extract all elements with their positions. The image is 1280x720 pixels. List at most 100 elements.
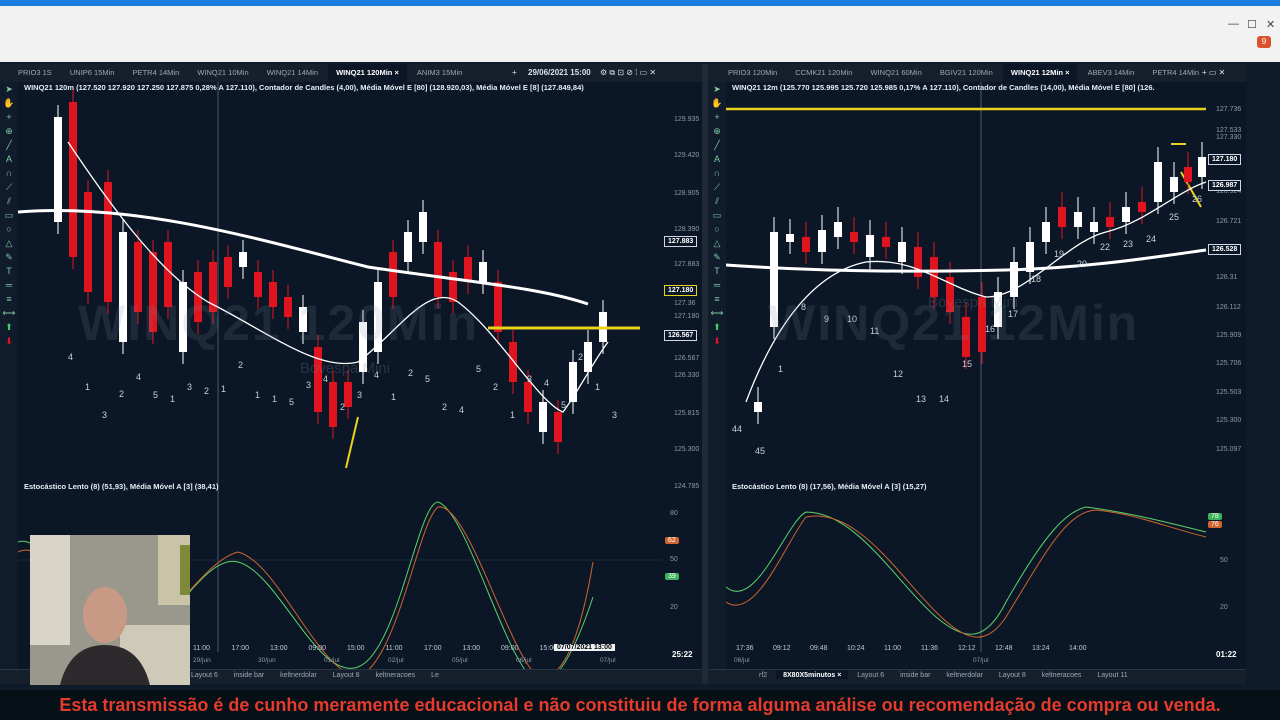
arrow-up-icon[interactable]: ⬆ xyxy=(0,320,18,334)
tab-unip6[interactable]: UNIP6 15Min xyxy=(62,64,123,82)
rect-icon[interactable]: ▭ xyxy=(708,208,726,222)
layout-tab-keltneracoes[interactable]: keltneracoes xyxy=(368,670,422,679)
candle-number: 1 xyxy=(595,382,600,392)
tab-winq21-120[interactable]: WINQ21 120Min × xyxy=(328,64,407,82)
right-osc-tag-k: 78 xyxy=(1208,513,1222,520)
pointer-icon[interactable]: ➤ xyxy=(0,82,18,96)
crosshair-icon[interactable]: + xyxy=(0,110,18,124)
price-label: 126.330 xyxy=(674,372,700,379)
layout-tab-8[interactable]: Layout 8 xyxy=(992,670,1033,679)
zoom-icon[interactable]: ⊕ xyxy=(708,124,726,138)
candle-body xyxy=(464,257,472,282)
presenter-image xyxy=(30,535,190,685)
tab-ccmk21[interactable]: CCMK21 120Min xyxy=(787,64,860,82)
tab-anim3[interactable]: ANIM3 15Min xyxy=(409,64,470,82)
tab-winq21-10[interactable]: WINQ21 10Min xyxy=(189,64,256,82)
hline-icon[interactable]: ═ xyxy=(0,278,18,292)
pointer-icon[interactable]: ➤ xyxy=(708,82,726,96)
layout-tab-keltnerdolar[interactable]: keltnerdolar xyxy=(939,670,990,679)
candle-body xyxy=(1058,207,1066,227)
circle-icon[interactable]: ○ xyxy=(0,222,18,236)
tab-winq21-14[interactable]: WINQ21 14Min xyxy=(259,64,326,82)
right-add-tab-icon[interactable]: + ▭ ✕ xyxy=(1202,68,1225,77)
arrow-down-icon[interactable]: ⬇ xyxy=(0,334,18,348)
candle-body xyxy=(344,382,352,407)
price-label: 127.533 xyxy=(1216,127,1242,134)
type-icon[interactable]: T xyxy=(708,264,726,278)
pencil-icon[interactable]: ✎ xyxy=(0,250,18,264)
left-osc-20: 20 xyxy=(670,604,678,611)
measure-icon[interactable]: ⟷ xyxy=(0,306,18,320)
candle-body xyxy=(54,117,62,222)
right-price-chart[interactable]: 4445189 10111213 1415161718192022 23 242526 xyxy=(726,82,1246,670)
measure-icon[interactable]: ⟷ xyxy=(708,306,726,320)
minimize-button[interactable]: — xyxy=(1228,18,1239,30)
arrow-down-icon[interactable]: ⬇ xyxy=(708,334,726,348)
arrow-up-icon[interactable]: ⬆ xyxy=(708,320,726,334)
rect-icon[interactable]: ▭ xyxy=(0,208,18,222)
candle-number: 24 xyxy=(1146,234,1156,244)
left-price-tag-lower: 126.567 xyxy=(664,330,698,341)
magnet-icon[interactable]: ∩ xyxy=(708,166,726,180)
add-tab-icon[interactable]: + xyxy=(512,68,517,77)
time-label: 11:00 xyxy=(193,645,210,652)
hand-icon[interactable]: ✋ xyxy=(708,96,726,110)
tab-winq21-12[interactable]: WINQ21 12Min × xyxy=(1002,64,1078,82)
layout-tab-insidebar[interactable]: inside bar xyxy=(893,670,937,679)
channel-icon[interactable]: ⫽ xyxy=(708,194,726,208)
ray-icon[interactable]: ⟋ xyxy=(708,180,726,194)
tab-bgiv21[interactable]: BGIV21 120Min xyxy=(932,64,1001,82)
tab-abev3[interactable]: ABEV3 14Min xyxy=(1080,64,1143,82)
type-icon[interactable]: T xyxy=(0,264,18,278)
layout-tab-8[interactable]: Layout 8 xyxy=(326,670,367,679)
maximize-button[interactable]: ☐ xyxy=(1247,18,1257,31)
crosshair-icon[interactable]: + xyxy=(708,110,726,124)
channel-icon[interactable]: ⫽ xyxy=(0,194,18,208)
fib-icon[interactable]: ≡ xyxy=(708,292,726,306)
layout-tab-keltneracoes[interactable]: keltneracoes xyxy=(1035,670,1089,679)
time-label: 13:00 xyxy=(270,645,288,652)
layout-tab-6[interactable]: Layout 6 xyxy=(184,670,225,679)
ray-icon[interactable]: ⟋ xyxy=(0,180,18,194)
layout-tab-le[interactable]: Le xyxy=(424,670,446,679)
tab-prio3-120[interactable]: PRIO3 120Min xyxy=(708,64,785,82)
time-label: 09:48 xyxy=(810,645,828,652)
magnet-icon[interactable]: ∩ xyxy=(0,166,18,180)
layout-tab-insidebar[interactable]: inside bar xyxy=(227,670,271,679)
layout-tab-rf2[interactable]: rf2 xyxy=(752,670,774,679)
tab-winq21-60[interactable]: WINQ21 60Min xyxy=(863,64,930,82)
close-button[interactable]: ✕ xyxy=(1266,18,1275,31)
candle-number: 25 xyxy=(1169,212,1179,222)
layout-tab-11[interactable]: Layout 11 xyxy=(1090,670,1134,679)
zoom-icon[interactable]: ⊕ xyxy=(0,124,18,138)
text-icon[interactable]: A xyxy=(708,152,726,166)
time-label: 15:00 xyxy=(347,645,365,652)
tab-petr4[interactable]: PETR4 14Min xyxy=(125,64,188,82)
candle-body xyxy=(404,232,412,262)
candle-number: 2 xyxy=(578,352,583,362)
layout-tab-keltnerdolar[interactable]: keltnerdolar xyxy=(273,670,324,679)
price-label: 125.300 xyxy=(674,446,700,453)
candle-body xyxy=(479,262,487,282)
notification-badge[interactable]: 9 xyxy=(1257,36,1271,48)
candle-body xyxy=(419,212,427,242)
triangle-icon[interactable]: △ xyxy=(708,236,726,250)
time-label: 13:00 xyxy=(462,645,481,652)
trendline-icon[interactable]: ╱ xyxy=(0,138,18,152)
triangle-icon[interactable]: △ xyxy=(0,236,18,250)
hline-icon[interactable]: ═ xyxy=(708,278,726,292)
tab-petr4-14[interactable]: PETR4 14Min xyxy=(1144,64,1207,82)
candle-number: 22 xyxy=(1100,242,1110,252)
pencil-icon[interactable]: ✎ xyxy=(708,250,726,264)
fib-icon[interactable]: ≡ xyxy=(0,292,18,306)
settings-icons[interactable]: ⚙ ⧉ ⊡ ⊘ ⁞ ▭ ✕ xyxy=(600,68,656,78)
circle-icon[interactable]: ○ xyxy=(708,222,726,236)
layout-tab-8x80[interactable]: 8X80X5minutos × xyxy=(776,670,849,679)
hand-icon[interactable]: ✋ xyxy=(0,96,18,110)
tab-prio3[interactable]: PRIO3 1S xyxy=(0,64,60,82)
candle-number: 4 xyxy=(459,405,464,415)
candle-body xyxy=(524,382,532,412)
trendline-icon[interactable]: ╱ xyxy=(708,138,726,152)
text-icon[interactable]: A xyxy=(0,152,18,166)
layout-tab-6[interactable]: Layout 6 xyxy=(850,670,891,679)
